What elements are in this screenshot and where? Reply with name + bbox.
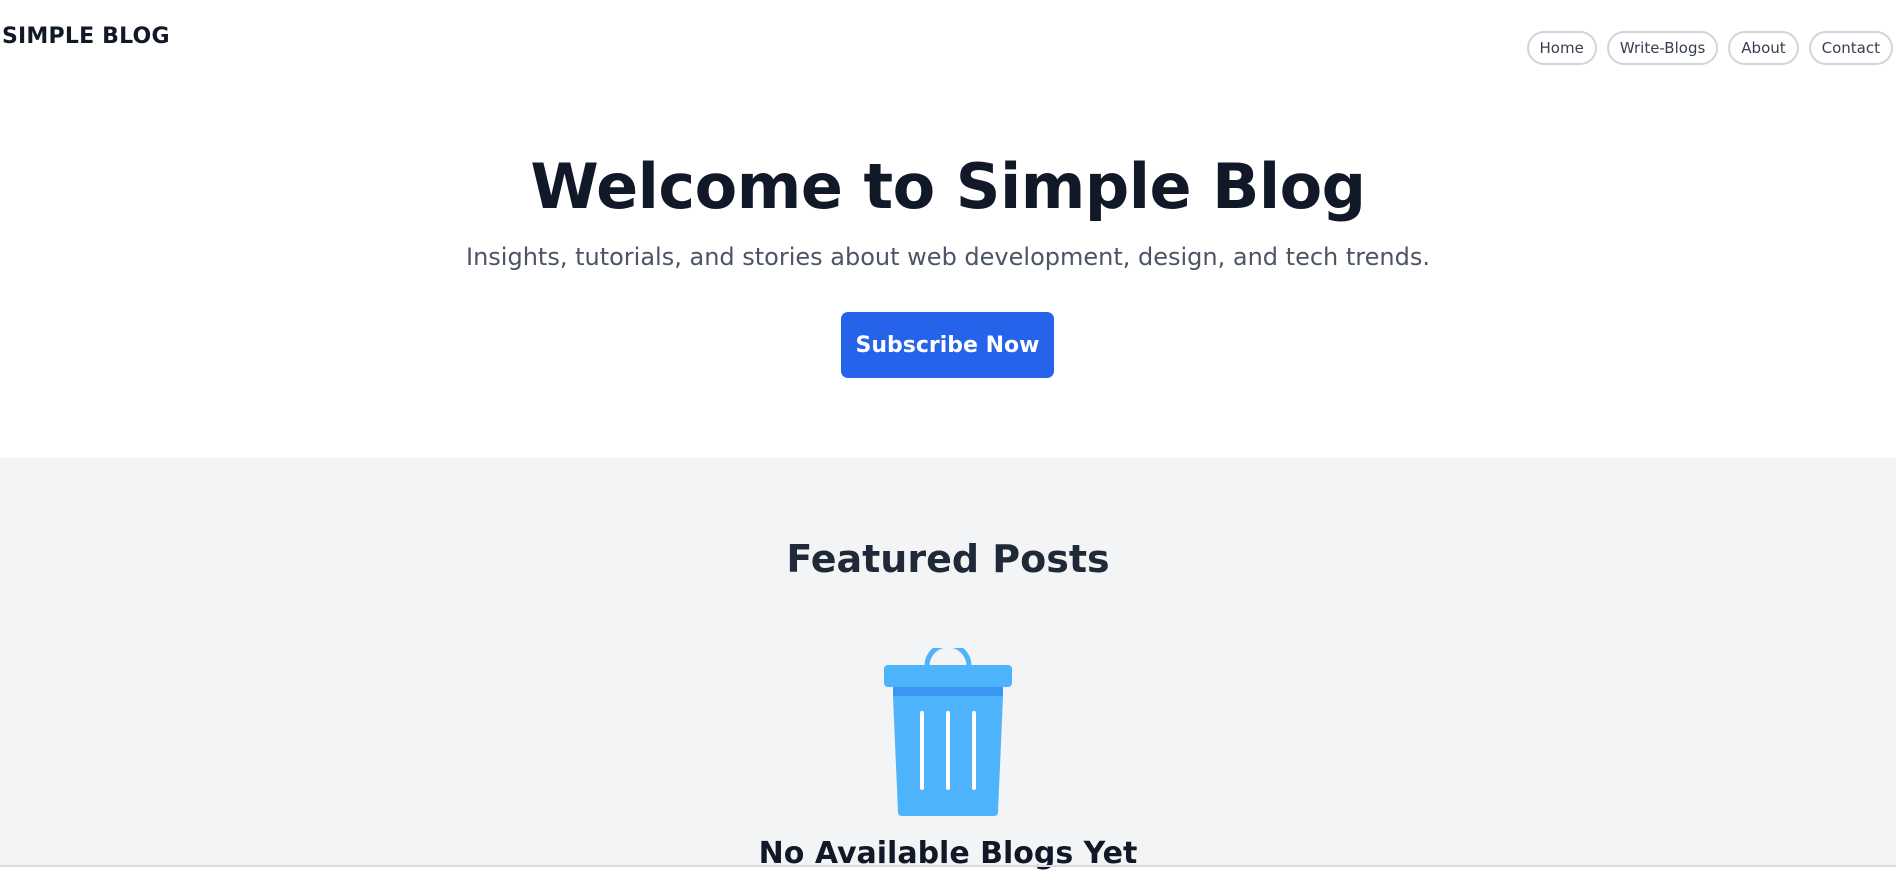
hero-subtitle: Insights, tutorials, and stories about w…	[466, 243, 1430, 271]
trash-icon	[879, 642, 1017, 818]
site-header: SIMPLE BLOG Home Write-Blogs About Conta…	[0, 0, 1896, 90]
featured-posts-section: Featured Posts No Available Blogs Yet	[0, 458, 1896, 869]
nav-home-link[interactable]: Home	[1526, 31, 1597, 65]
site-logo[interactable]: SIMPLE BLOG	[2, 24, 170, 49]
hero-section: Welcome to Simple Blog Insights, tutoria…	[0, 90, 1896, 458]
main-nav: Home Write-Blogs About Contact	[1526, 31, 1893, 65]
featured-posts-title: Featured Posts	[786, 537, 1110, 581]
nav-write-blogs-link[interactable]: Write-Blogs	[1606, 31, 1719, 65]
nav-contact-link[interactable]: Contact	[1808, 31, 1893, 65]
subscribe-button[interactable]: Subscribe Now	[841, 312, 1054, 378]
nav-about-link[interactable]: About	[1728, 31, 1799, 65]
hero-title: Welcome to Simple Blog	[530, 150, 1366, 223]
